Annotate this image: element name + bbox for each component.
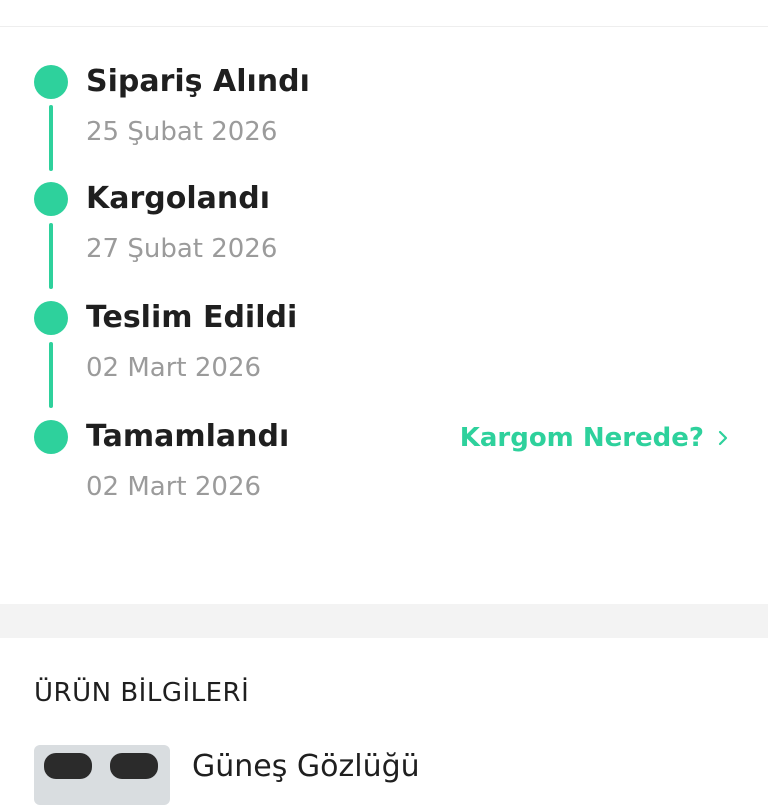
product-item[interactable]: Güneş Gözlüğü bbox=[34, 745, 734, 805]
section-heading: ÜRÜN BİLGİLERİ bbox=[34, 678, 250, 708]
sunglasses-lens-graphic bbox=[44, 753, 92, 779]
product-info-section: ÜRÜN BİLGİLERİ Güneş Gözlüğü bbox=[0, 638, 768, 805]
step-date: 25 Şubat 2026 bbox=[86, 117, 278, 147]
step-title: Tamamlandı bbox=[86, 419, 290, 454]
status-dot bbox=[34, 65, 68, 99]
track-shipment-label: Kargom Nerede? bbox=[459, 423, 704, 453]
timeline-connector bbox=[49, 105, 53, 171]
track-shipment-link[interactable]: Kargom Nerede? bbox=[460, 421, 732, 455]
product-name: Güneş Gözlüğü bbox=[192, 749, 420, 784]
sunglasses-lens-graphic bbox=[110, 753, 158, 779]
step-title: Kargolandı bbox=[86, 181, 271, 216]
step-date: 02 Mart 2026 bbox=[86, 472, 262, 502]
chevron-right-icon bbox=[718, 430, 728, 446]
order-status-timeline: Sipariş Alındı 25 Şubat 2026 Kargolandı … bbox=[0, 27, 768, 604]
step-title: Teslim Edildi bbox=[86, 300, 298, 335]
status-dot bbox=[34, 301, 68, 335]
step-title: Sipariş Alındı bbox=[86, 64, 310, 99]
timeline-connector bbox=[49, 342, 53, 408]
step-date: 02 Mart 2026 bbox=[86, 353, 262, 383]
section-separator bbox=[0, 604, 768, 638]
timeline-connector bbox=[49, 223, 53, 289]
status-dot bbox=[34, 420, 68, 454]
top-divider bbox=[0, 0, 768, 27]
status-dot bbox=[34, 182, 68, 216]
product-thumbnail bbox=[34, 745, 170, 805]
step-date: 27 Şubat 2026 bbox=[86, 234, 278, 264]
